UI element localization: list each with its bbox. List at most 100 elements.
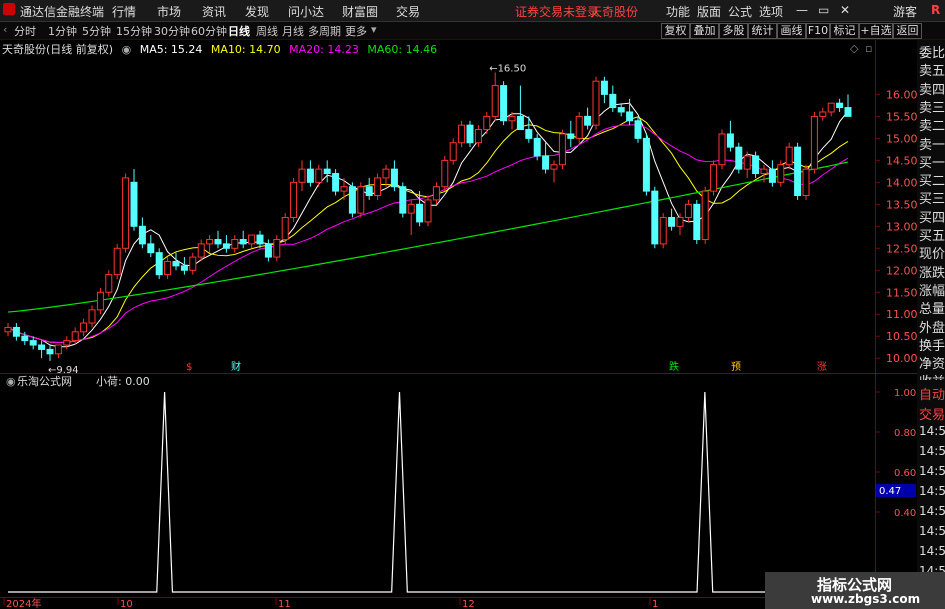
candle-body [222,243,230,249]
candle-body [458,124,466,144]
candle [794,142,802,200]
quote-label: 涨幅 [919,283,945,299]
candle-body [399,186,407,214]
candle [726,120,734,152]
candle-body [600,80,608,95]
candle [550,160,558,183]
candle [600,76,608,104]
event-marker: 跌 [669,360,679,373]
indicator-title: 乐淘公式网 [17,375,72,388]
candle [802,164,810,200]
trade-time: 14:56 [919,484,945,498]
candle [54,344,62,359]
candle-body [474,129,482,144]
quote-label: 买四 [919,210,945,226]
candle-body [273,238,281,258]
candle [96,287,104,315]
candle-body [424,199,432,223]
candle [222,235,230,253]
candle-body [264,243,272,258]
candle-body [12,326,20,337]
candle [735,142,743,174]
price-tick-label: 12.50 [886,242,917,255]
date-tick-label: 12 [462,599,475,609]
price-tick-label: 14.50 [886,154,917,167]
trade-time: 14:56 [919,544,945,558]
candle [164,257,172,280]
candle [172,252,180,271]
candle-body [651,190,659,245]
event-marker: $ [186,362,192,373]
candle-body [248,234,256,245]
candle [323,160,331,183]
candle [626,98,634,126]
candle-body [718,133,726,166]
event-marker: 财 [231,360,241,373]
candle-body [172,260,180,267]
candle [298,160,306,192]
candle-body [164,260,172,276]
candle-body [802,168,810,197]
indicator-tick-label: 0.40 [894,508,916,519]
candle [676,213,684,236]
candle-body [180,265,188,271]
indicator-settings-icon[interactable]: ◉ [6,375,16,388]
candle [206,235,214,253]
candle [516,85,524,131]
date-tick-label: 11 [278,599,291,609]
trade-time: 14:56 [919,444,945,458]
kline-chart[interactable]: 16.00 15.50 15.00 14.50 14.00 13.50 13.00 12.50… [0,0,917,609]
candles: ←16.50←9.94 [4,63,852,376]
candle [483,111,491,134]
candle [575,111,583,143]
quote-label: 委比 [919,46,945,61]
date-tick-label: 2024年 [6,597,41,609]
candle [357,182,365,218]
watermark-url: www.zbgs3.com [811,592,921,606]
candle [710,160,718,196]
candle [374,173,382,200]
quote-label: 卖五 [919,64,945,80]
price-tick-label: 13.00 [886,220,917,233]
diamond-icon[interactable]: ◇ [850,42,859,55]
indicator-tick-label: 0.60 [894,468,916,479]
trade-label: 自动 [919,388,945,403]
candle-body [432,186,440,201]
candle-body [206,238,214,245]
candle [424,195,432,227]
indicator-tick-label: 0.80 [894,428,916,439]
candle [315,164,323,187]
indicator-line [8,391,862,593]
candle [684,199,692,222]
candle [441,155,449,192]
candle [38,340,46,359]
candle [768,160,776,187]
current-value-label: 0.47 [879,486,901,497]
candle-body [617,107,625,113]
candle-body [298,168,306,183]
price-tick-label: 10.00 [886,352,917,365]
candle-body [122,177,130,249]
quote-label: 净资 [919,357,945,373]
candle-body [88,309,96,324]
candle [827,102,835,117]
candle-body [80,322,88,333]
candle-body [365,186,373,197]
expand-icon[interactable]: ▫ [865,42,872,55]
candle-body [374,177,382,197]
candle-body [63,340,71,346]
max-price-label: ←16.50 [489,63,526,74]
date-tick-label: 1 [652,599,658,609]
price-tick-label: 14.00 [886,176,917,189]
candle-body [827,102,835,113]
candle [693,199,701,244]
candle-body [390,168,398,188]
candle-body [105,274,113,293]
candle-body [357,186,365,214]
candle [4,323,12,337]
candle-body [500,85,508,122]
candle [130,169,138,231]
candle [365,177,373,200]
candle [147,235,155,258]
candle-body [592,80,600,126]
